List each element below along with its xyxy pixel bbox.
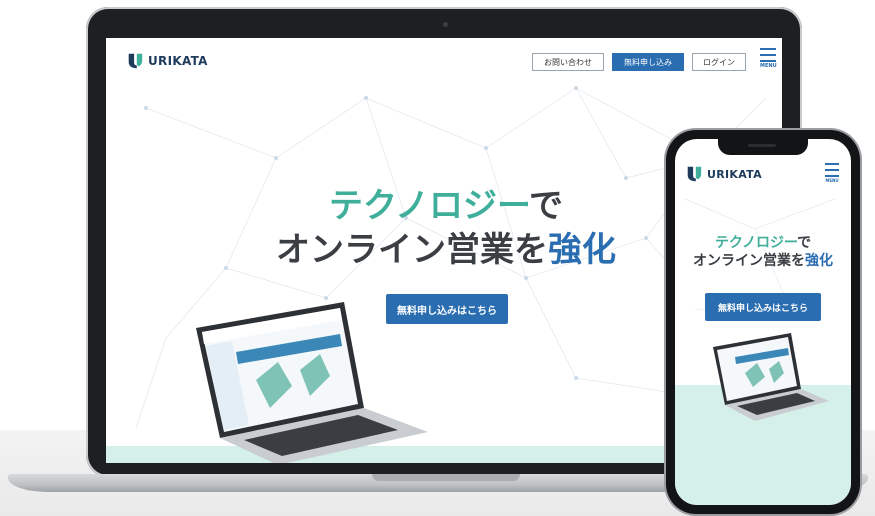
phone-brand-name: URIKATA: [707, 167, 762, 181]
phone-hero-strengthen-text: 強化: [805, 253, 833, 269]
phone-hero-line-1: テクノロジーで: [675, 234, 851, 252]
phone-site-logo[interactable]: URIKATA: [685, 165, 762, 183]
hero-strengthen-text: 強化: [548, 230, 616, 270]
phone-menu-button[interactable]: MENU: [825, 163, 839, 183]
urikata-logo-icon: [128, 53, 143, 69]
apply-button[interactable]: 無料申し込み: [612, 53, 684, 71]
phone-hero-online-text: オンライン営業を: [693, 253, 805, 269]
phone-speaker: [748, 144, 776, 147]
login-button[interactable]: ログイン: [692, 53, 746, 71]
hero-headline: テクノロジーで オンライン営業を強化: [256, 184, 636, 272]
phone-hero-de-text: で: [797, 235, 812, 251]
brand-name: URIKATA: [148, 54, 208, 68]
laptop-illustration: [196, 302, 428, 463]
phone-urikata-logo-icon: [687, 166, 702, 182]
phone-cta-button[interactable]: 無料申し込みはこちら: [705, 293, 821, 321]
phone-menu-label: MENU: [825, 178, 839, 183]
phone-hero-headline: テクノロジーで オンライン営業を強化: [675, 234, 851, 270]
site-logo[interactable]: URIKATA: [126, 52, 208, 70]
laptop-opening-notch: [372, 474, 520, 481]
hero-line-2: オンライン営業を強化: [256, 228, 636, 272]
phone-notch: [718, 139, 808, 155]
hero-online-text: オンライン営業を: [276, 230, 548, 270]
laptop-camera: [443, 22, 448, 27]
menu-button[interactable]: MENU: [760, 48, 777, 69]
phone-screen: URIKATA MENU テクノロジーで オンライン営業を強化 無料申し込みはこ…: [675, 139, 851, 505]
phone-hero-tech-text: テクノロジー: [714, 235, 798, 251]
hero-tech-text: テクノロジー: [329, 186, 529, 226]
phone-laptop-illustration: [713, 333, 829, 421]
phone-hero-line-2: オンライン営業を強化: [675, 252, 851, 270]
menu-label: MENU: [760, 63, 777, 69]
hero-line-1: テクノロジーで: [256, 184, 636, 228]
contact-button[interactable]: お問い合わせ: [532, 53, 604, 71]
hero-de-text: で: [528, 186, 563, 226]
